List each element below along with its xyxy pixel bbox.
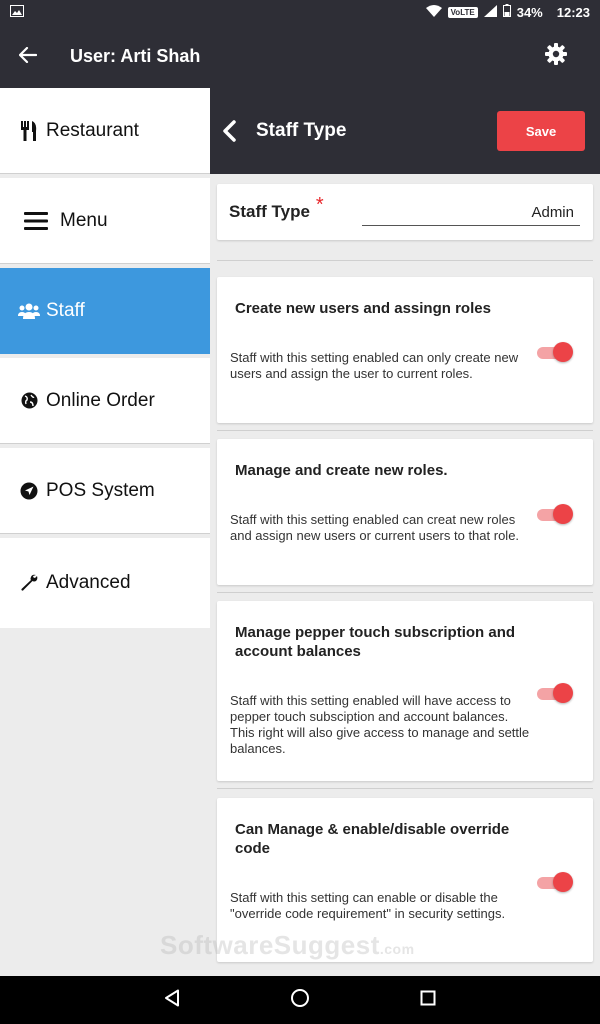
wifi-icon [425,4,442,20]
permission-title: Create new users and assingn roles [235,300,491,317]
nav-home-button[interactable] [286,986,314,1014]
permission-description: Staff with this setting enabled can only… [230,350,519,381]
watermark-text: SoftwareSuggest [160,930,380,960]
triangle-back-icon [164,989,180,1012]
permission-description: Staff with this setting enabled can crea… [230,512,520,543]
required-marker: * [315,193,324,216]
staff-type-card: Staff Type * Admin [217,184,593,240]
circle-home-icon [290,988,310,1013]
sidebar-item-advanced[interactable]: Advanced [0,538,210,628]
page-title: User: Arti Shah [70,45,201,66]
sidebar-item-label: Advanced [46,572,131,593]
permission-card: Manage and create new roles. Staff with … [217,439,593,585]
divider [217,788,593,789]
gear-icon [544,42,568,71]
volte-badge: VoLTE [447,6,478,18]
settings-button[interactable] [528,24,584,88]
divider [217,592,593,593]
users-icon [18,303,40,319]
sidebar-item-label: Menu [60,209,108,231]
permission-toggle[interactable] [537,872,573,892]
permission-toggle[interactable] [537,504,573,524]
sidebar-item-restaurant[interactable]: Restaurant [0,88,210,174]
permission-description: Staff with this setting enabled will hav… [230,693,530,756]
nav-recents-button[interactable] [414,986,442,1014]
sidebar-item-menu[interactable]: Menu [0,178,210,264]
main-panel: Staff Type Save Staff Type * Admin Creat… [210,88,600,976]
signal-icon [483,4,497,20]
globe-icon [18,392,40,409]
permission-description: Staff with this setting can enable or di… [230,890,506,921]
system-nav-bar [0,976,600,1024]
clock: 12:23 [556,4,590,20]
toggle-knob [553,342,573,362]
sidebar-item-online-order[interactable]: Online Order [0,358,210,444]
chevron-left-icon[interactable] [222,120,246,142]
sidebar-item-label: Staff [46,300,85,321]
sidebar-item-label: Online Order [46,389,155,411]
watermark: SoftwareSuggest.com [160,930,415,961]
permission-title: Manage and create new roles. [235,462,448,479]
toggle-knob [553,683,573,703]
permission-toggle[interactable] [537,683,573,703]
sidebar-item-staff[interactable]: Staff [0,268,210,354]
staff-type-field[interactable]: Admin [362,202,580,226]
wrench-icon [18,574,40,592]
watermark-suffix: .com [379,941,415,957]
location-arrow-icon [18,482,40,500]
permission-card: Create new users and assingn roles Staff… [217,277,593,423]
square-recents-icon [420,990,436,1011]
permission-toggle[interactable] [537,342,573,362]
toggle-knob [553,872,573,892]
sidebar-item-label: POS System [46,479,155,501]
toggle-knob [553,504,573,524]
battery-icon [502,4,511,20]
divider [217,260,593,261]
permission-title: Manage pepper touch subscription and acc… [235,624,516,660]
divider [217,430,593,431]
sidebar-item-label: Restaurant [46,119,139,141]
battery-percent: 34% [516,4,543,20]
nav-back-button[interactable] [158,986,186,1014]
sidebar: Restaurant Menu Staff Online Order POS S… [0,88,210,976]
section-title: Staff Type [256,120,347,141]
utensils-icon [18,120,40,141]
back-button[interactable] [0,24,56,88]
permission-card: Manage pepper touch subscription and acc… [217,601,593,781]
staff-type-label: Staff Type [229,202,310,221]
gallery-notification-icon [10,4,24,20]
section-header: Staff Type Save [210,88,600,174]
hamburger-menu-icon [22,211,50,231]
status-bar: VoLTE 34% 12:23 [0,0,600,24]
sidebar-item-pos-system[interactable]: POS System [0,448,210,534]
permission-title: Can Manage & enable/disable override cod… [235,821,510,857]
app-bar: User: Arti Shah [0,24,600,88]
arrow-left-icon [18,43,38,69]
save-button[interactable]: Save [497,111,585,151]
